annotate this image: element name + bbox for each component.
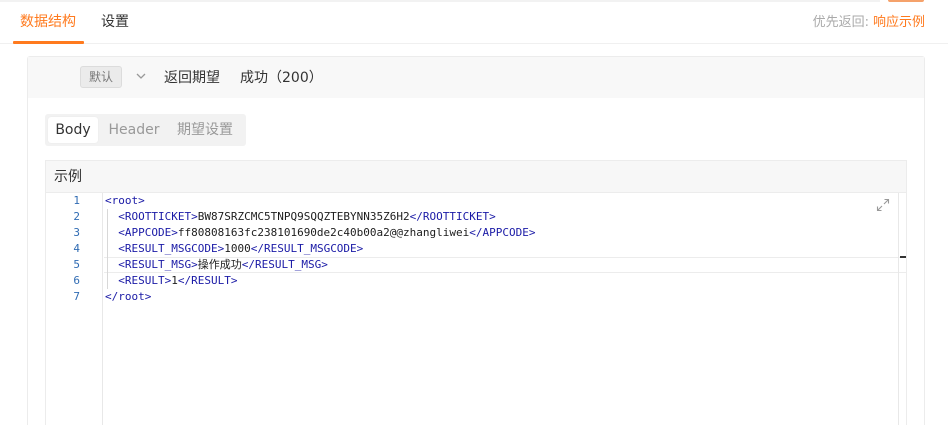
response-example-link[interactable]: 响应示例	[873, 15, 925, 30]
line-number: 2	[73, 210, 80, 223]
code-close: </RESULT_MSG>	[241, 258, 328, 271]
line-number: 6	[73, 274, 80, 287]
code-open: <RESULT>	[118, 274, 172, 287]
code-open: <root>	[105, 194, 145, 207]
line-number: 4	[73, 242, 80, 255]
active-tab-underline	[13, 41, 84, 44]
preferred-return-label: 优先返回:	[812, 15, 869, 30]
segment-expectation-settings[interactable]: 期望设置	[168, 117, 242, 143]
cursor-marker	[900, 256, 906, 258]
code-text: 1000	[224, 242, 251, 255]
example-title: 示例	[54, 169, 82, 185]
code-close: </APPCODE>	[469, 226, 536, 239]
code-close: </ROOTTICKET>	[409, 210, 496, 223]
code-line: <RESULT_MSG>操作成功</RESULT_MSG>	[105, 257, 328, 273]
code-open: <ROOTTICKET>	[118, 210, 198, 223]
tab-bar: 数据结构 设置 优先返回: 响应示例	[0, 0, 948, 44]
code-open: </root>	[105, 290, 152, 303]
return-expectation-label[interactable]: 返回期望	[164, 68, 220, 88]
line-number: 3	[73, 226, 80, 239]
line-number: 5	[73, 258, 80, 271]
code-editor[interactable]: 1 <root> 2 <ROOTTICKET>BW87SRZCMC5TNPQ9SQQ…	[46, 193, 906, 425]
code-text: ff80808163fc238101690de2c40b00a2@@zhangl…	[177, 226, 470, 239]
body-header-segmented: Body Header 期望设置	[45, 114, 246, 146]
code-line: </root>	[105, 289, 151, 305]
code-text: 1	[171, 274, 178, 287]
code-line: <APPCODE>ff80808163fc238101690de2c40b00a…	[105, 225, 536, 241]
code-open: <RESULT_MSG>	[118, 258, 198, 271]
code-open: <APPCODE>	[118, 226, 178, 239]
code-close: </RESULT_MSGCODE>	[250, 242, 364, 255]
line-number: 1	[73, 194, 80, 207]
tab-settings[interactable]: 设置	[101, 12, 129, 32]
code-text: 操作成功	[197, 258, 242, 271]
default-badge: 默认	[80, 66, 122, 88]
expand-icon[interactable]	[876, 198, 890, 212]
response-panel: 默认 返回期望 成功（200） Body Header 期望设置 示例 1 <ro…	[27, 56, 925, 425]
chevron-down-icon[interactable]	[134, 69, 148, 83]
code-line: <RESULT_MSGCODE>1000</RESULT_MSGCODE>	[105, 241, 363, 257]
editor-scroll-divider	[898, 193, 899, 425]
tab-data-structure[interactable]: 数据结构	[20, 12, 76, 32]
example-header: 示例	[46, 161, 906, 193]
code-open: <RESULT_MSGCODE>	[118, 242, 225, 255]
response-header: 默认 返回期望 成功（200）	[28, 57, 924, 98]
response-status: 成功（200）	[240, 70, 323, 86]
code-line: <ROOTTICKET>BW87SRZCMC5TNPQ9SQQZTEBYNN35…	[105, 209, 496, 225]
code-line: <root>	[105, 193, 145, 209]
preferred-return: 优先返回: 响应示例	[813, 14, 925, 32]
code-line: <RESULT>1</RESULT>	[105, 273, 237, 289]
code-close: </RESULT>	[177, 274, 238, 287]
segment-body[interactable]: Body	[48, 117, 98, 143]
line-number: 7	[73, 290, 80, 303]
example-box: 示例 1 <root> 2 <ROOTTICKET>BW87SRZCMC5TNPQ9…	[45, 160, 907, 425]
code-text: BW87SRZCMC5TNPQ9SQQZTEBYNN35Z6H2	[197, 210, 410, 223]
segment-header[interactable]: Header	[104, 117, 164, 143]
